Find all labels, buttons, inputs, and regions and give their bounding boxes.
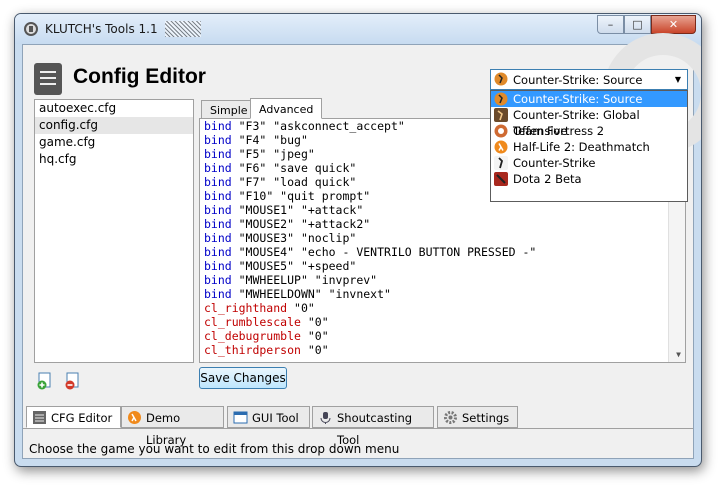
game-select-dropdown[interactable]: Counter-Strike: Source ▼: [490, 69, 688, 90]
tab-advanced[interactable]: Advanced: [250, 98, 323, 119]
code-line: bind "MOUSE2" "+attack2": [204, 217, 371, 231]
app-window: KLUTCH's Tools 1.1 – □ ✕ Config Editor a…: [14, 13, 702, 467]
code-line: cl_thirdperson "0": [204, 343, 329, 357]
game-options-list[interactable]: Counter-Strike: Source Counter-Strike: G…: [490, 90, 688, 202]
counter-strike-source-icon: [494, 92, 508, 106]
minimize-button[interactable]: –: [597, 15, 624, 34]
app-icon: [24, 22, 38, 36]
game-option-cs[interactable]: Counter-Strike: [491, 155, 687, 171]
window-title: KLUTCH's Tools 1.1: [45, 22, 158, 36]
dota-icon: [494, 172, 508, 186]
game-option-label: Dota 2 Beta: [513, 172, 582, 186]
maximize-button[interactable]: □: [624, 15, 651, 34]
tab-label: Settings: [462, 411, 510, 425]
code-line: bind "MWHEELUP" "invprev": [204, 273, 378, 287]
tab-label: GUI Tool: [252, 411, 299, 425]
tab-shoutcasting-tool[interactable]: Shoutcasting Tool: [312, 406, 434, 447]
code-line: bind "MWHEELDOWN" "invnext": [204, 287, 391, 301]
game-option-label: Counter-Strike: Source: [513, 92, 643, 106]
main-panel: Config Editor autoexec.cfg config.cfg ga…: [22, 33, 701, 459]
tab-demo-library[interactable]: Demo Library: [121, 406, 224, 447]
title-graphic: [165, 21, 201, 37]
code-line: cl_debugrumble "0": [204, 329, 329, 343]
code-line: cl_righthand "0": [204, 301, 315, 315]
counter-strike-go-icon: [494, 108, 508, 122]
close-button[interactable]: ✕: [651, 15, 696, 34]
game-option-css[interactable]: Counter-Strike: Source: [491, 91, 687, 107]
add-file-icon[interactable]: [36, 372, 54, 390]
tab-simple[interactable]: Simple: [201, 100, 257, 119]
game-option-label: Team Fortress 2: [513, 124, 605, 138]
gui-window-icon: [233, 411, 248, 424]
game-option-tf2[interactable]: Team Fortress 2: [491, 123, 687, 139]
game-option-csgo[interactable]: Counter-Strike: Global Offensive: [491, 107, 687, 138]
config-editor-icon: [34, 63, 62, 95]
file-list[interactable]: autoexec.cfg config.cfg game.cfg hq.cfg: [34, 99, 194, 363]
broadcast-icon: [320, 412, 331, 424]
file-item-config[interactable]: config.cfg: [35, 117, 193, 134]
tab-gui-tool[interactable]: GUI Tool: [227, 406, 310, 428]
game-option-hl2dm[interactable]: Half-Life 2: Deathmatch: [491, 139, 687, 155]
code-line: bind "MOUSE3" "noclip": [204, 231, 357, 245]
tab-cfg-editor[interactable]: CFG Editor: [26, 406, 121, 428]
tab-settings[interactable]: Settings: [437, 406, 518, 428]
title-bar[interactable]: KLUTCH's Tools 1.1 – □ ✕: [15, 14, 701, 44]
code-line: bind "MOUSE1" "+attack": [204, 203, 364, 217]
file-item-hq[interactable]: hq.cfg: [35, 151, 193, 168]
game-option-dota2[interactable]: Dota 2 Beta: [491, 171, 687, 187]
scroll-down-icon[interactable]: ▼: [676, 350, 681, 359]
code-line: bind "MOUSE5" "+speed": [204, 259, 357, 273]
cfg-editor-icon: [33, 411, 46, 424]
delete-file-icon[interactable]: [64, 372, 82, 390]
file-item-autoexec[interactable]: autoexec.cfg: [35, 100, 193, 117]
team-fortress-icon: [494, 124, 508, 138]
chevron-down-icon[interactable]: ▼: [675, 75, 681, 84]
game-option-label: Counter-Strike: [513, 156, 596, 170]
tab-label: CFG Editor: [51, 411, 113, 425]
half-life-icon: [128, 411, 141, 424]
half-life-icon: [494, 140, 508, 154]
game-select-value: Counter-Strike: Source: [513, 73, 643, 87]
status-text: Choose the game you want to edit from th…: [29, 442, 400, 456]
page-title: Config Editor: [73, 65, 206, 88]
save-changes-button[interactable]: Save Changes: [199, 367, 287, 389]
counter-strike-source-icon: [494, 72, 508, 86]
code-line: cl_rumblescale "0": [204, 315, 329, 329]
code-line: bind "MOUSE4" "echo - VENTRILO BUTTON PR…: [204, 245, 537, 259]
counter-strike-icon: [494, 156, 508, 170]
game-option-label: Half-Life 2: Deathmatch: [513, 140, 650, 154]
file-item-game[interactable]: game.cfg: [35, 134, 193, 151]
gear-icon: [444, 411, 457, 424]
